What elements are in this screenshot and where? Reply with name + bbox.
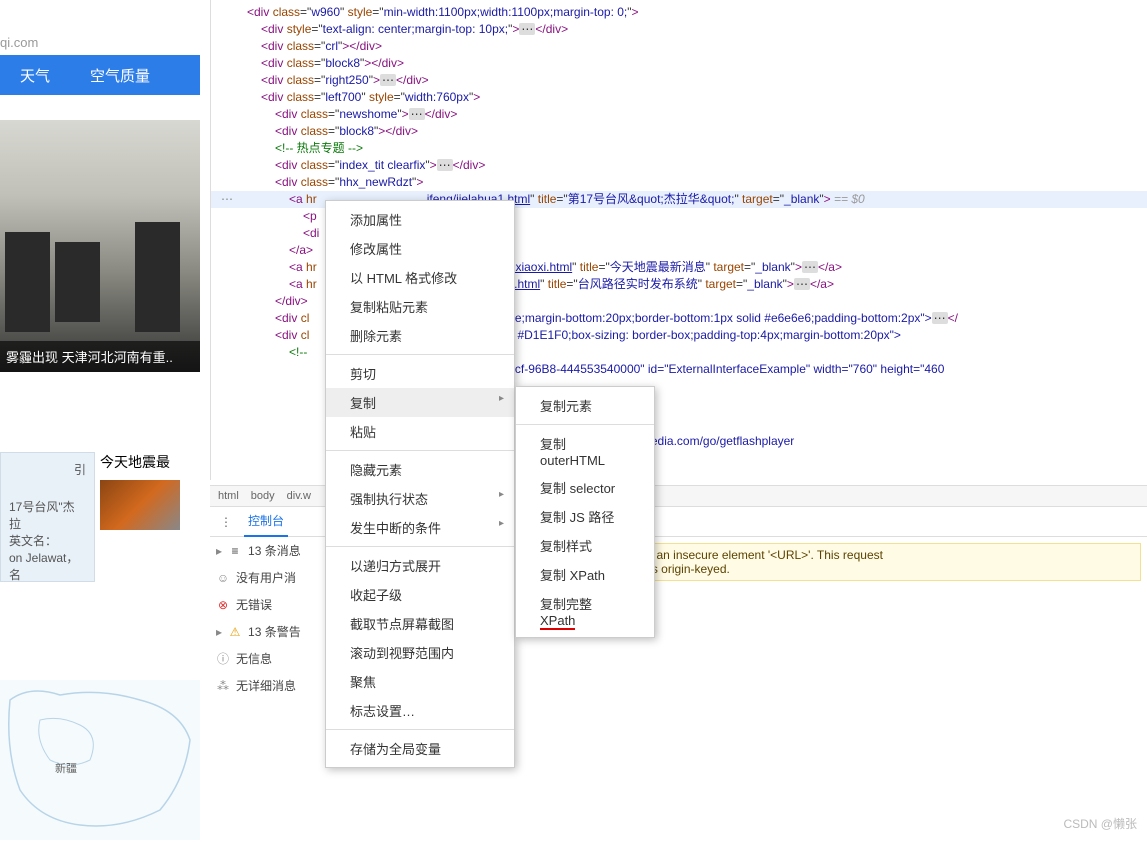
hero-caption: 雾霾出现 天津河北河南有重.. <box>0 341 200 372</box>
cm-copy-submenu[interactable]: 复制 <box>326 388 514 417</box>
cm-break-on[interactable]: 发生中断的条件 <box>326 513 514 542</box>
china-map[interactable]: 新疆 <box>0 680 200 840</box>
alert-box: 引 17号台风"杰拉 英文名： on Jelawat，名 <box>0 452 95 582</box>
sidebar-warnings[interactable]: ▸⚠13 条警告 <box>210 618 339 645</box>
news-thumbnail[interactable] <box>100 480 180 530</box>
cm-capture-screenshot[interactable]: 截取节点屏幕截图 <box>326 609 514 638</box>
sidebar-user-messages[interactable]: ☺没有用户消 <box>210 564 339 591</box>
dom-node[interactable]: <div class="block8"></div> <box>211 123 1147 140</box>
menu-separator <box>326 450 514 451</box>
menu-separator <box>326 546 514 547</box>
nav-air-quality[interactable]: 空气质量 <box>70 65 170 86</box>
nav-weather[interactable]: 天气 <box>0 65 70 86</box>
dom-node[interactable]: <div class="crl"></div> <box>211 38 1147 55</box>
hero-image[interactable]: 雾霾出现 天津河北河南有重.. <box>0 120 200 372</box>
cm-copy-full-xpath[interactable]: 复制完整 XPath <box>516 589 654 633</box>
context-menu-main[interactable]: 添加属性 修改属性 以 HTML 格式修改 复制粘贴元素 删除元素 剪切 复制 … <box>325 200 515 768</box>
breadcrumb-div[interactable]: div.w <box>287 490 311 502</box>
news-title[interactable]: 今天地震最 <box>100 452 200 472</box>
context-menu-copy-submenu[interactable]: 复制元素 复制 outerHTML 复制 selector 复制 JS 路径 复… <box>515 386 655 638</box>
cm-edit-as-html[interactable]: 以 HTML 格式修改 <box>326 263 514 292</box>
cm-scroll-into-view[interactable]: 滚动到视野范围内 <box>326 638 514 667</box>
dom-node[interactable]: ▶<div class="newshome">⋯</div> <box>211 106 1147 123</box>
cm-force-state[interactable]: 强制执行状态 <box>326 484 514 513</box>
dom-node[interactable]: ▼<div class="w960" style="min-width:1100… <box>211 4 1147 21</box>
cm-edit-attribute[interactable]: 修改属性 <box>326 234 514 263</box>
cm-badge-settings[interactable]: 标志设置… <box>326 696 514 725</box>
console-sidebar: ▸≡13 条消息 ☺没有用户消 ⊗无错误 ▸⚠13 条警告 ⓘ无信息 ⁂无详细消… <box>210 537 340 699</box>
breadcrumb-body[interactable]: body <box>251 490 275 502</box>
cm-cut[interactable]: 剪切 <box>326 359 514 388</box>
menu-icon[interactable]: ⋮ <box>218 515 234 529</box>
map-label-xinjiang: 新疆 <box>55 760 77 776</box>
dom-node[interactable]: ▼<div class="left700" style="width:760px… <box>211 89 1147 106</box>
dom-node[interactable]: ▼<div class="hhx_newRdzt"> <box>211 174 1147 191</box>
sidebar-verbose[interactable]: ⁂无详细消息 <box>210 672 339 699</box>
menu-separator <box>516 424 654 425</box>
domain-fragment: qi.com <box>0 35 38 50</box>
sidebar-errors[interactable]: ⊗无错误 <box>210 591 339 618</box>
cm-duplicate-element[interactable]: 复制粘贴元素 <box>326 292 514 321</box>
menu-separator <box>326 729 514 730</box>
cm-copy-selector[interactable]: 复制 selector <box>516 473 654 502</box>
cm-add-attribute[interactable]: 添加属性 <box>326 205 514 234</box>
menu-separator <box>326 354 514 355</box>
cm-copy-js-path[interactable]: 复制 JS 路径 <box>516 502 654 531</box>
cm-copy-xpath[interactable]: 复制 XPath <box>516 560 654 589</box>
cm-copy-styles[interactable]: 复制样式 <box>516 531 654 560</box>
dom-node[interactable]: <div class="block8"></div> <box>211 55 1147 72</box>
dom-node[interactable]: ▶<div class="right250">⋯</div> <box>211 72 1147 89</box>
cm-delete-element[interactable]: 删除元素 <box>326 321 514 350</box>
sidebar-messages[interactable]: ▸≡13 条消息 <box>210 537 339 564</box>
watermark: CSDN @懒张 <box>1063 815 1137 832</box>
tab-console[interactable]: 控制台 <box>244 506 288 537</box>
cm-collapse-children[interactable]: 收起子级 <box>326 580 514 609</box>
cm-hide-element[interactable]: 隐藏元素 <box>326 455 514 484</box>
dom-node[interactable]: <!-- 热点专题 --> <box>211 140 1147 157</box>
breadcrumb-html[interactable]: html <box>218 490 239 502</box>
dom-node[interactable]: ▶<div style="text-align: center;margin-t… <box>211 21 1147 38</box>
nav-bar: 天气 空气质量 <box>0 55 200 95</box>
cm-store-global[interactable]: 存储为全局变量 <box>326 734 514 763</box>
cm-focus[interactable]: 聚焦 <box>326 667 514 696</box>
dom-node[interactable]: ▶<div class="index_tit clearfix">⋯</div> <box>211 157 1147 174</box>
cm-paste[interactable]: 粘贴 <box>326 417 514 446</box>
cm-copy-element[interactable]: 复制元素 <box>516 391 654 420</box>
cm-copy-outerhtml[interactable]: 复制 outerHTML <box>516 429 654 473</box>
sidebar-info[interactable]: ⓘ无信息 <box>210 645 339 672</box>
cm-expand-recursively[interactable]: 以递归方式展开 <box>326 551 514 580</box>
news-box: 今天地震最 <box>100 452 200 530</box>
